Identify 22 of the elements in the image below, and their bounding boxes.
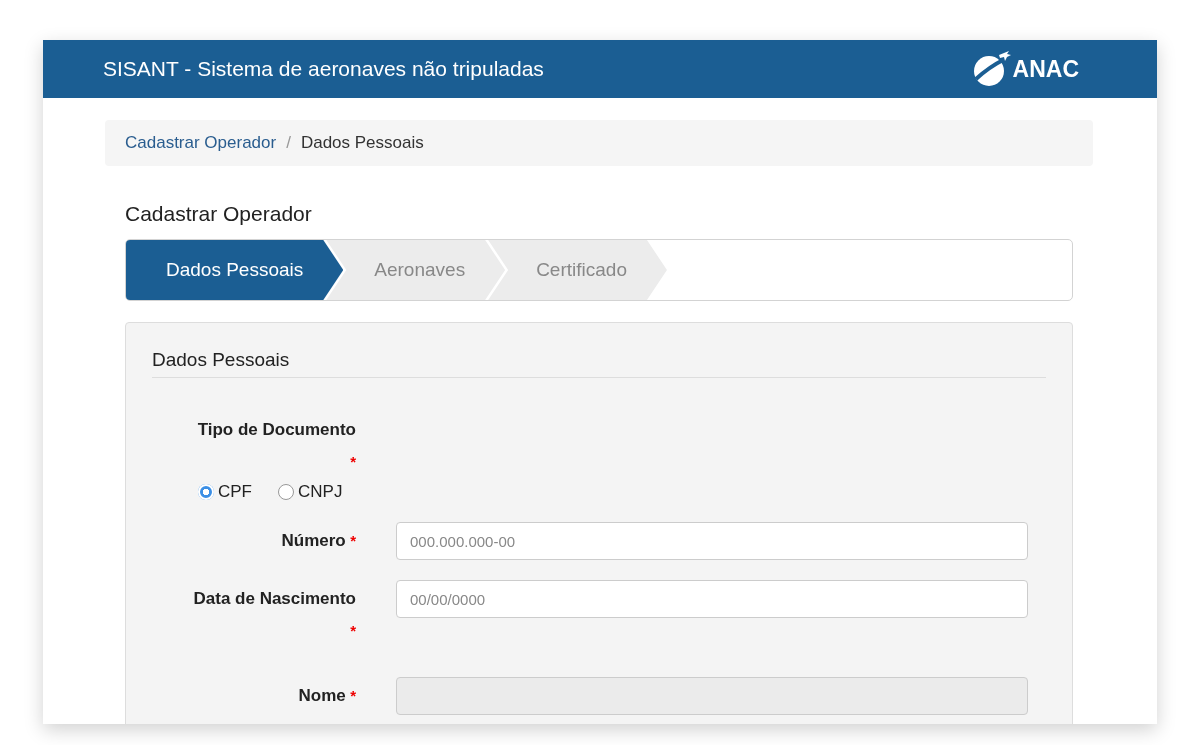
- radio-option[interactable]: CNPJ: [278, 482, 343, 502]
- wizard-step[interactable]: Dados Pessoais: [126, 240, 344, 300]
- panel-title: Dados Pessoais: [152, 349, 1046, 378]
- field-label: Nome: [298, 686, 346, 705]
- radio-option[interactable]: CPF: [198, 482, 252, 502]
- required-marker: *: [350, 687, 356, 704]
- breadcrumb-separator: /: [286, 133, 291, 153]
- text-input-field[interactable]: 00/00/0000: [396, 580, 1028, 618]
- field-label: Tipo de Documento: [197, 420, 356, 439]
- required-marker: *: [350, 532, 356, 549]
- required-marker: *: [350, 622, 356, 639]
- radio-button[interactable]: [278, 484, 294, 500]
- required-marker: *: [350, 453, 356, 470]
- radio-button[interactable]: [198, 484, 214, 500]
- field-label: Data de Nascimento: [193, 589, 356, 608]
- app-title: SISANT - Sistema de aeronaves não tripuladas: [103, 57, 544, 81]
- text-input-field[interactable]: 000.000.000-00: [396, 522, 1028, 560]
- breadcrumb-current: Dados Pessoais: [300, 133, 424, 153]
- field-label: Número: [281, 531, 346, 550]
- page-title: Cadastrar Operador: [125, 202, 313, 226]
- breadcrumb-link[interactable]: Cadastrar Operador: [125, 133, 277, 153]
- logo-text: ANAC: [1012, 55, 1079, 83]
